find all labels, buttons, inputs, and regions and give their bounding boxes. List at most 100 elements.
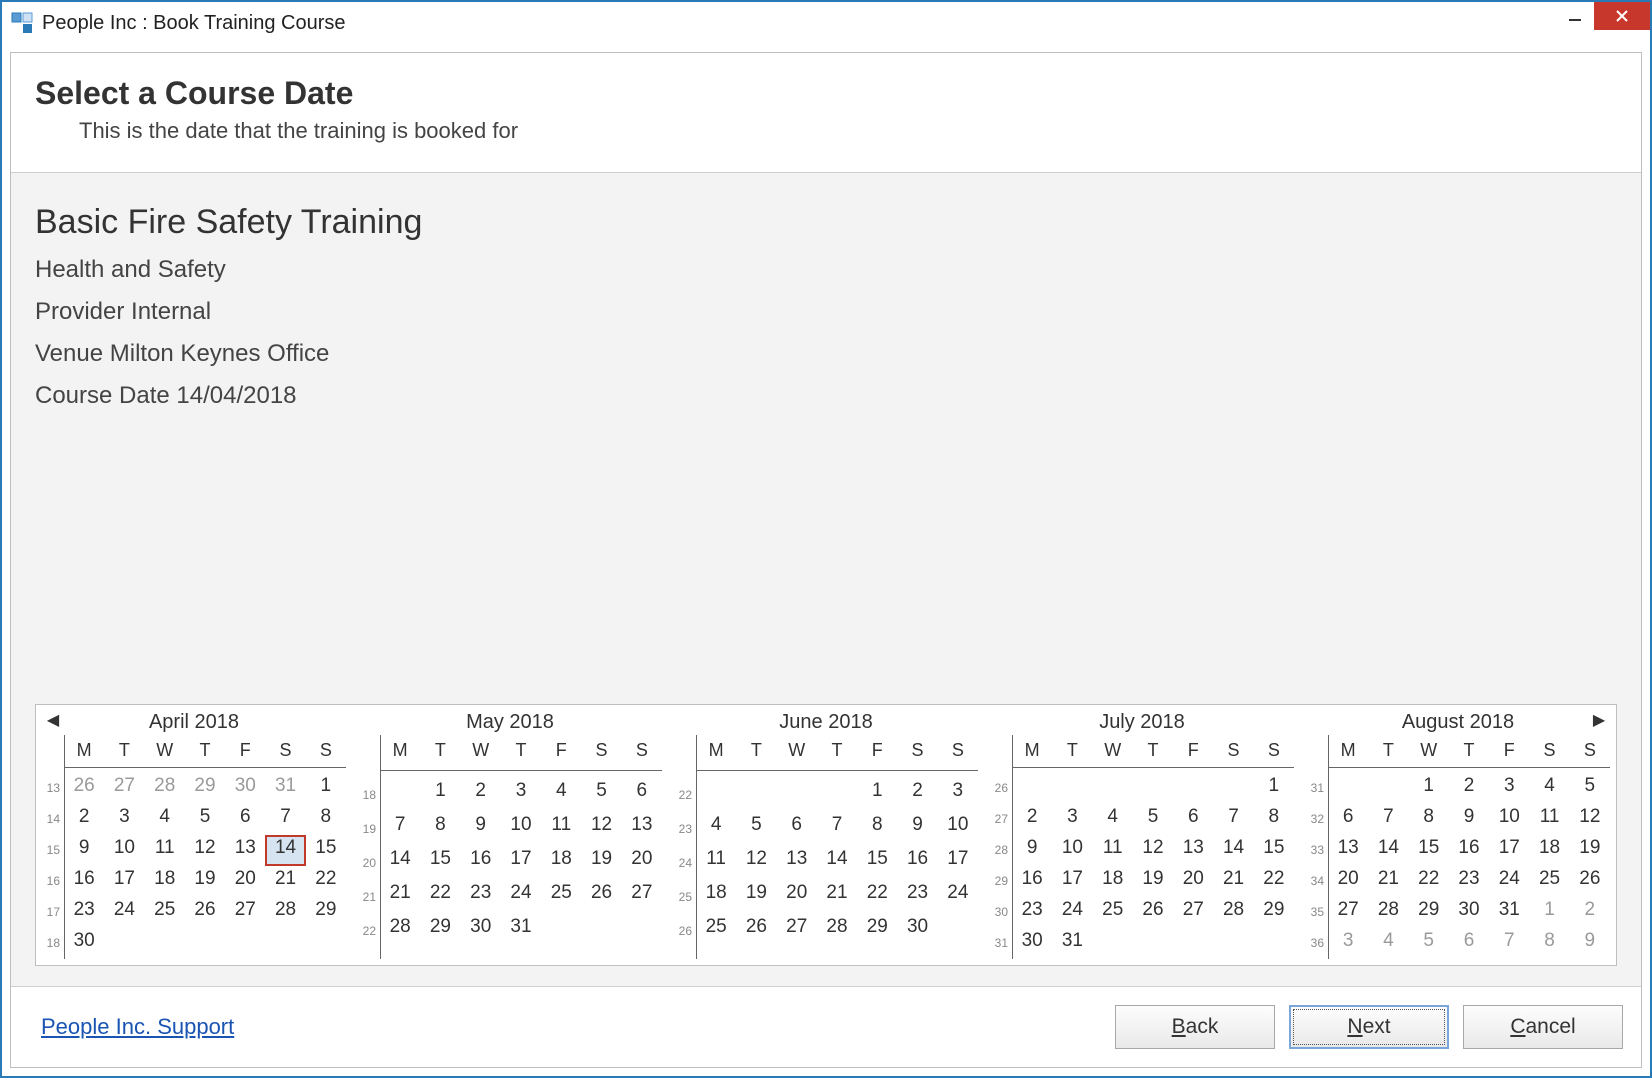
calendar-day[interactable]: 26 bbox=[64, 773, 104, 804]
calendar-day[interactable]: 16 bbox=[1012, 866, 1052, 897]
calendar-day[interactable]: 13 bbox=[1328, 835, 1368, 866]
calendar-day[interactable]: 10 bbox=[104, 835, 144, 866]
calendar-day[interactable]: 5 bbox=[1409, 928, 1449, 959]
calendar-day[interactable]: 19 bbox=[581, 846, 621, 880]
calendar-day[interactable]: 1 bbox=[1529, 897, 1569, 928]
calendar-day[interactable]: 25 bbox=[145, 897, 185, 928]
calendar-day[interactable]: 14 bbox=[1368, 835, 1408, 866]
cancel-button[interactable]: Cancel bbox=[1463, 1005, 1623, 1049]
calendar-day[interactable]: 3 bbox=[104, 804, 144, 835]
calendar-day[interactable]: 27 bbox=[777, 914, 817, 948]
calendar-day[interactable]: 24 bbox=[1052, 897, 1092, 928]
calendar-day[interactable]: 20 bbox=[1173, 866, 1213, 897]
next-button[interactable]: Next bbox=[1289, 1005, 1449, 1049]
calendar-day[interactable]: 2 bbox=[64, 804, 104, 835]
calendar-day[interactable]: 30 bbox=[461, 914, 501, 948]
calendar-day[interactable]: 30 bbox=[64, 928, 104, 959]
calendar-day[interactable]: 8 bbox=[857, 812, 897, 846]
calendar-day[interactable]: 4 bbox=[541, 778, 581, 812]
calendar-day[interactable]: 23 bbox=[1449, 866, 1489, 897]
calendar-day[interactable]: 17 bbox=[1052, 866, 1092, 897]
calendar-day[interactable]: 16 bbox=[897, 846, 937, 880]
calendar-day[interactable]: 23 bbox=[897, 880, 937, 914]
calendar-day[interactable]: 25 bbox=[1529, 866, 1569, 897]
calendar-day[interactable]: 12 bbox=[581, 812, 621, 846]
calendar-day[interactable]: 15 bbox=[857, 846, 897, 880]
calendar-day[interactable]: 5 bbox=[1133, 804, 1173, 835]
calendar-day[interactable]: 19 bbox=[736, 880, 776, 914]
calendar-day[interactable]: 16 bbox=[64, 866, 104, 897]
calendar-day[interactable]: 28 bbox=[145, 773, 185, 804]
calendar-day[interactable]: 18 bbox=[1529, 835, 1569, 866]
calendar-day[interactable]: 6 bbox=[1328, 804, 1368, 835]
calendar-day[interactable]: 1 bbox=[420, 778, 460, 812]
calendar-day[interactable]: 15 bbox=[1409, 835, 1449, 866]
back-button[interactable]: Back bbox=[1115, 1005, 1275, 1049]
calendar-day[interactable]: 3 bbox=[1489, 773, 1529, 804]
calendar-day[interactable]: 29 bbox=[420, 914, 460, 948]
calendar-day[interactable]: 29 bbox=[306, 897, 346, 928]
calendar-day[interactable]: 22 bbox=[1409, 866, 1449, 897]
calendar-day[interactable]: 29 bbox=[1254, 897, 1294, 928]
calendar-day[interactable]: 1 bbox=[1254, 773, 1294, 804]
calendar-day[interactable]: 25 bbox=[1093, 897, 1133, 928]
calendar-day[interactable]: 9 bbox=[897, 812, 937, 846]
calendar-day[interactable]: 11 bbox=[541, 812, 581, 846]
calendar-day[interactable]: 21 bbox=[1368, 866, 1408, 897]
calendar-day[interactable]: 22 bbox=[857, 880, 897, 914]
calendar-day[interactable]: 3 bbox=[1052, 804, 1092, 835]
calendar-day[interactable]: 7 bbox=[1368, 804, 1408, 835]
calendar-day[interactable]: 9 bbox=[64, 835, 104, 866]
calendar-day[interactable]: 11 bbox=[145, 835, 185, 866]
calendar-day[interactable]: 20 bbox=[1328, 866, 1368, 897]
calendar-day[interactable]: 29 bbox=[1409, 897, 1449, 928]
calendar-day[interactable]: 5 bbox=[1570, 773, 1610, 804]
calendar-day[interactable]: 31 bbox=[501, 914, 541, 948]
calendar-day[interactable]: 6 bbox=[225, 804, 265, 835]
calendar-day[interactable]: 21 bbox=[817, 880, 857, 914]
calendar-day[interactable]: 30 bbox=[1449, 897, 1489, 928]
calendar-day[interactable]: 24 bbox=[1489, 866, 1529, 897]
calendar-day[interactable]: 24 bbox=[501, 880, 541, 914]
calendar-day[interactable]: 19 bbox=[1133, 866, 1173, 897]
calendar-day[interactable]: 25 bbox=[541, 880, 581, 914]
calendar-day[interactable]: 3 bbox=[1328, 928, 1368, 959]
calendar-day[interactable]: 13 bbox=[1173, 835, 1213, 866]
calendar-day[interactable]: 14 bbox=[265, 835, 305, 866]
calendar-day[interactable]: 3 bbox=[501, 778, 541, 812]
calendar-day[interactable]: 21 bbox=[265, 866, 305, 897]
calendar-day[interactable]: 10 bbox=[938, 812, 978, 846]
calendar-day[interactable]: 3 bbox=[938, 778, 978, 812]
calendar-day[interactable]: 13 bbox=[225, 835, 265, 866]
calendar-day[interactable]: 18 bbox=[696, 880, 736, 914]
calendar-day[interactable]: 27 bbox=[104, 773, 144, 804]
calendar-day[interactable]: 30 bbox=[1012, 928, 1052, 959]
calendar-day[interactable]: 17 bbox=[938, 846, 978, 880]
calendar-day[interactable]: 9 bbox=[1449, 804, 1489, 835]
calendar-day[interactable]: 19 bbox=[1570, 835, 1610, 866]
calendar-day[interactable]: 21 bbox=[380, 880, 420, 914]
calendar-day[interactable]: 15 bbox=[420, 846, 460, 880]
calendar-day[interactable]: 5 bbox=[185, 804, 225, 835]
calendar-day[interactable]: 27 bbox=[225, 897, 265, 928]
calendar-day[interactable]: 31 bbox=[265, 773, 305, 804]
calendar-day[interactable]: 26 bbox=[1133, 897, 1173, 928]
calendar-day[interactable]: 10 bbox=[501, 812, 541, 846]
calendar-day[interactable]: 6 bbox=[1449, 928, 1489, 959]
calendar-day[interactable]: 6 bbox=[1173, 804, 1213, 835]
support-link[interactable]: People Inc. Support bbox=[41, 1014, 234, 1040]
calendar-day[interactable]: 12 bbox=[1570, 804, 1610, 835]
calendar-day[interactable]: 26 bbox=[736, 914, 776, 948]
calendar-day[interactable]: 6 bbox=[777, 812, 817, 846]
calendar-day[interactable]: 4 bbox=[145, 804, 185, 835]
calendar-day[interactable]: 28 bbox=[265, 897, 305, 928]
calendar-day[interactable]: 8 bbox=[1254, 804, 1294, 835]
calendar-day[interactable]: 1 bbox=[306, 773, 346, 804]
calendar-day[interactable]: 10 bbox=[1052, 835, 1092, 866]
calendar-day[interactable]: 9 bbox=[1012, 835, 1052, 866]
calendar-day[interactable]: 26 bbox=[185, 897, 225, 928]
calendar-day[interactable]: 9 bbox=[1570, 928, 1610, 959]
calendar-day[interactable]: 11 bbox=[696, 846, 736, 880]
calendar-day[interactable]: 28 bbox=[1213, 897, 1253, 928]
calendar-day[interactable]: 23 bbox=[1012, 897, 1052, 928]
